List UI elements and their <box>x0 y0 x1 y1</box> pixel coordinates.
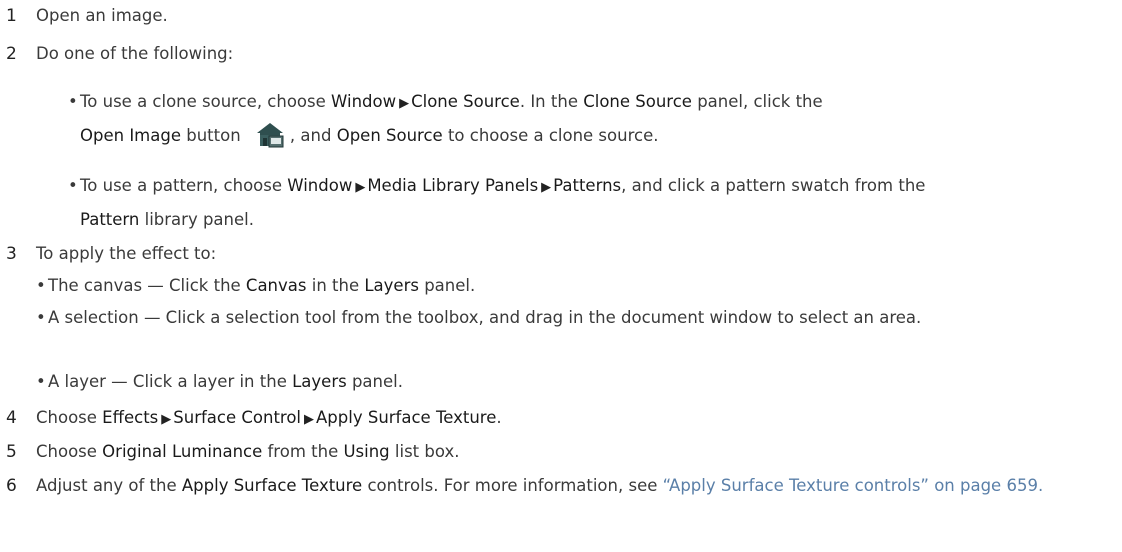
step-6: 6 Adjust any of the Apply Surface Textur… <box>6 470 1116 534</box>
bullet-marker: • <box>36 372 46 391</box>
bullet-marker: • <box>68 176 78 195</box>
text-run: button <box>181 126 246 145</box>
text-run: list box. <box>389 442 460 461</box>
menu-arrow-icon: ▶ <box>161 412 172 427</box>
step-3-bullet-selection: • A selection — Click a selection tool f… <box>36 302 1116 366</box>
text-run: The canvas — Click the <box>48 276 246 295</box>
using-label: Using <box>343 442 390 461</box>
text-run: panel. <box>346 372 403 391</box>
text-run: in the <box>306 276 365 295</box>
step-number: 5 <box>6 442 17 462</box>
text-run: A layer — Click a layer in the <box>48 372 293 391</box>
step-text: Adjust any of the Apply Surface Texture … <box>36 470 1096 502</box>
panel-pattern: Pattern <box>80 210 140 229</box>
open-source-label: Open Source <box>336 126 443 145</box>
text-run: Choose <box>36 408 103 427</box>
step-number: 4 <box>6 408 17 428</box>
menu-window: Window <box>331 92 397 111</box>
bullet-text: To use a pattern, choose Window ▶ Media Li… <box>80 170 1110 236</box>
menu-window: Window <box>287 176 353 195</box>
apply-surface-texture-label: Apply Surface Texture <box>181 476 363 495</box>
step-text: Open an image. <box>36 6 168 25</box>
step-number: 3 <box>6 244 17 264</box>
step-text: Do one of the following: <box>36 44 234 63</box>
bullet-text: A selection — Click a selection tool fro… <box>48 302 1088 334</box>
text-run: . <box>496 408 502 427</box>
step-text: Choose Effects ▶ Surface Control ▶ Apply Sur… <box>36 402 502 436</box>
text-run: Adjust any of the <box>36 476 182 495</box>
text-run: panel, click the <box>691 92 823 111</box>
text-run: , and click a pattern swatch from the <box>621 176 926 195</box>
text-run: from the <box>262 442 344 461</box>
menu-arrow-icon: ▶ <box>355 180 366 195</box>
menu-effects: Effects <box>102 408 159 427</box>
menu-arrow-icon: ▶ <box>541 180 552 195</box>
layers-label: Layers <box>364 276 419 295</box>
canvas-label: Canvas <box>245 276 307 295</box>
text-run: To use a pattern, choose <box>80 176 288 195</box>
open-image-icon <box>256 123 284 148</box>
menu-arrow-icon: ▶ <box>304 412 315 427</box>
step-2-bullet-pattern: • To use a pattern, choose Window ▶ Media … <box>68 170 1116 234</box>
menu-patterns: Patterns <box>553 176 622 195</box>
menu-surface-control: Surface Control <box>173 408 302 427</box>
open-image-label: Open Image <box>80 126 181 145</box>
step-text: Choose Original Luminance from the Using… <box>36 436 459 468</box>
step-2-bullet-clone-source: • To use a clone source, choose Window ▶ C… <box>68 86 1116 150</box>
document-page: 1 Open an image. 2 Do one of the followi… <box>0 0 1122 552</box>
text-run: . In the <box>519 92 584 111</box>
step-number: 1 <box>6 6 17 26</box>
menu-arrow-icon: ▶ <box>399 96 410 111</box>
bullet-marker: • <box>36 276 46 295</box>
step-number: 2 <box>6 44 17 64</box>
menu-media-library-panels: Media Library Panels <box>367 176 539 195</box>
original-luminance-label: Original Luminance <box>102 442 263 461</box>
text-run: , and <box>289 126 337 145</box>
text-run: to choose a clone source. <box>442 126 659 145</box>
text-run: library panel. <box>139 210 254 229</box>
text-run: A selection — Click a selection tool fro… <box>48 308 922 327</box>
panel-clone-source: Clone Source <box>583 92 692 111</box>
menu-clone-source: Clone Source <box>411 92 520 111</box>
cross-reference-link[interactable]: “Apply Surface Texture controls” on page… <box>663 476 1044 495</box>
text-run: Choose <box>36 442 103 461</box>
text-run: To use a clone source, choose <box>80 92 332 111</box>
step-number: 6 <box>6 476 17 496</box>
bullet-text: A layer — Click a layer in the Layers pa… <box>48 366 1078 398</box>
layers-label: Layers <box>292 372 347 391</box>
text-run: controls. For more information, see <box>362 476 663 495</box>
text-run: panel. <box>418 276 476 295</box>
bullet-marker: • <box>68 92 78 111</box>
bullet-text: The canvas — Click the Canvas in the Lay… <box>48 270 1078 302</box>
step-3-bullet-layer: • A layer — Click a layer in the Layers … <box>36 366 1084 398</box>
bullet-text: To use a clone source, choose Window ▶ Clo… <box>80 86 1110 152</box>
step-text: To apply the effect to: <box>36 244 217 263</box>
menu-apply-surface-texture: Apply Surface Texture <box>316 408 497 427</box>
step-3-bullet-canvas: • The canvas — Click the Canvas in the L… <box>36 270 1084 302</box>
bullet-marker: • <box>36 308 46 327</box>
